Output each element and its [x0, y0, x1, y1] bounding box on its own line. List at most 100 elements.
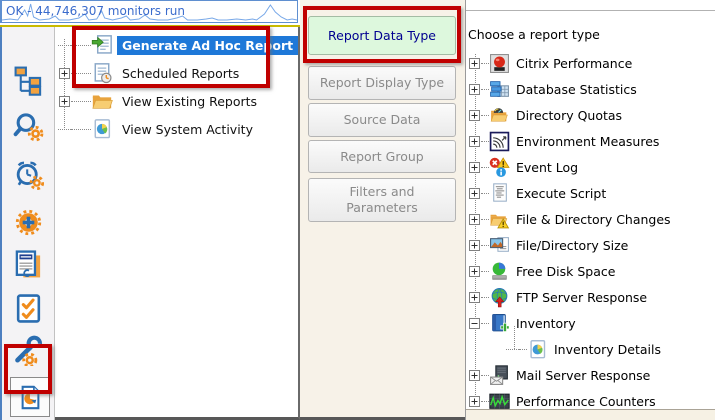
expand-plus-icon[interactable]: [468, 162, 481, 173]
tree-connector: [481, 141, 489, 142]
tree-connector: [71, 101, 91, 102]
tab-report-display-type[interactable]: Report Display Type: [308, 66, 456, 100]
sidebar-report-pie-button[interactable]: [10, 377, 50, 417]
report-type-item-free-disk-space[interactable]: Free Disk Space: [468, 258, 715, 284]
tree-connector: [481, 375, 489, 376]
tree-connector: [481, 115, 489, 116]
report-type-item-inventory[interactable]: Inventory: [468, 310, 715, 336]
sidebar-search-gear-button[interactable]: [2, 111, 54, 142]
sidebar-wrench-gear-button[interactable]: [2, 335, 54, 366]
report-type-tree: Citrix Performance Database Statistics D…: [468, 50, 715, 414]
nav-tree-item-scheduled-reports[interactable]: Scheduled Reports: [55, 59, 296, 87]
database-icon: [489, 79, 510, 100]
tab-label: Source Data: [344, 112, 421, 128]
tree-connector: [481, 271, 489, 272]
sidebar-checklist-button[interactable]: [2, 293, 54, 324]
report-type-label: Free Disk Space: [516, 264, 615, 279]
nav-tree-item-label: Scheduled Reports: [117, 64, 244, 83]
report-type-label: FTP Server Response: [516, 290, 647, 305]
expand-plus-icon[interactable]: [58, 96, 71, 107]
folder-icon: [91, 90, 113, 112]
status-text: OK - 44,746,307 monitors run: [6, 4, 185, 18]
script-icon: [489, 183, 510, 204]
expand-plus-icon[interactable]: [468, 370, 481, 381]
tab-filters-and-parameters[interactable]: Filters and Parameters: [308, 178, 456, 222]
report-type-item-database-statistics[interactable]: Database Statistics: [468, 76, 715, 102]
expand-plus-icon[interactable]: [58, 68, 71, 79]
report-type-item-file-directory-changes[interactable]: File & Directory Changes: [468, 206, 715, 232]
tree-connector: [481, 193, 489, 194]
gear-plus-icon: [13, 207, 44, 238]
expand-plus-icon[interactable]: [468, 240, 481, 251]
tree-connector: [481, 219, 489, 220]
report-type-item-event-log[interactable]: Event Log: [468, 154, 715, 180]
disk-pie-icon: [489, 261, 510, 282]
report-type-item-directory-quotas[interactable]: Directory Quotas: [468, 102, 715, 128]
expand-plus-icon[interactable]: [468, 110, 481, 121]
inventory-book-icon: [489, 313, 510, 334]
expand-plus-icon[interactable]: [468, 214, 481, 225]
report-type-label: Database Statistics: [516, 82, 637, 97]
tree-connector: [71, 73, 91, 74]
report-type-label: Directory Quotas: [516, 108, 622, 123]
nav-tree-item-generate-ad-hoc-report[interactable]: Generate Ad Hoc Report: [55, 31, 296, 59]
directory-quotas-icon: [489, 105, 510, 126]
nav-tree-item-view-system-activity[interactable]: View System Activity: [55, 115, 296, 143]
tab-label: Report Data Type: [328, 28, 436, 44]
tab-label: Report Group: [340, 149, 423, 165]
environment-icon: [489, 131, 510, 152]
report-type-label: Citrix Performance: [516, 56, 632, 71]
tree-connector: [71, 45, 91, 46]
report-type-label: Event Log: [516, 160, 578, 175]
report-type-label: Execute Script: [516, 186, 606, 201]
report-type-item-environment-measures[interactable]: Environment Measures: [468, 128, 715, 154]
report-type-item-execute-script[interactable]: Execute Script: [468, 180, 715, 206]
expand-minus-icon[interactable]: [468, 318, 481, 329]
expand-plus-icon[interactable]: [468, 292, 481, 303]
report-type-label: Mail Server Response: [516, 368, 650, 383]
sidebar-gear-plus-button[interactable]: [2, 207, 54, 238]
pie-document-icon: [91, 118, 113, 140]
status-bar[interactable]: OK - 44,746,307 monitors run: [0, 0, 298, 23]
expand-plus-icon[interactable]: [468, 396, 481, 407]
report-type-item-inventory-details[interactable]: Inventory Details: [506, 336, 715, 362]
report-pie-icon: [17, 384, 44, 411]
news-document-icon: [13, 249, 44, 280]
tab-report-data-type[interactable]: Report Data Type: [308, 16, 456, 55]
expand-plus-icon[interactable]: [468, 266, 481, 277]
tree-connector: [481, 245, 489, 246]
checklist-icon: [13, 293, 44, 324]
sidebar-alarm-gear-button[interactable]: [2, 159, 54, 190]
expand-plus-icon[interactable]: [468, 136, 481, 147]
nav-tree-item-label: View Existing Reports: [117, 92, 262, 111]
nav-tree-item-view-existing-reports[interactable]: View Existing Reports: [55, 87, 296, 115]
scheduled-report-icon: [91, 62, 113, 84]
tree-connector: [481, 167, 489, 168]
sidebar-news-document-button[interactable]: [2, 249, 54, 280]
tab-label: Filters and Parameters: [317, 184, 447, 215]
navigation-tree-panel: Generate Ad Hoc Report Scheduled Reports…: [55, 27, 300, 420]
search-gear-icon: [13, 111, 44, 142]
expand-plus-icon[interactable]: [468, 84, 481, 95]
sidebar-hierarchy-button[interactable]: [2, 65, 54, 96]
navigation-tree: Generate Ad Hoc Report Scheduled Reports…: [55, 31, 296, 143]
tab-report-group[interactable]: Report Group: [308, 140, 456, 173]
tab-source-data[interactable]: Source Data: [308, 103, 456, 137]
expand-plus-icon[interactable]: [468, 188, 481, 199]
report-type-item-ftp-server-response[interactable]: FTP Server Response: [468, 284, 715, 310]
globe-ftp-icon: [489, 287, 510, 308]
report-type-item-mail-server-response[interactable]: Mail Server Response: [468, 362, 715, 388]
tab-label: Report Display Type: [320, 75, 444, 91]
wizard-tab-column: Report Data Type Report Display Type Sourc…: [300, 0, 465, 420]
nav-tree-item-label: Generate Ad Hoc Report: [117, 36, 298, 55]
expand-plus-icon[interactable]: [468, 58, 481, 69]
tree-connector: [481, 323, 489, 324]
report-type-item-file-directory-size[interactable]: File/Directory Size: [468, 232, 715, 258]
adhoc-report-icon: [91, 34, 113, 56]
tree-connector: [481, 401, 489, 402]
report-type-label: Environment Measures: [516, 134, 659, 149]
report-type-item-citrix-performance[interactable]: Citrix Performance: [468, 50, 715, 76]
report-type-label: File & Directory Changes: [516, 212, 671, 227]
alarm-gear-icon: [13, 159, 44, 190]
tree-connector: [481, 297, 489, 298]
